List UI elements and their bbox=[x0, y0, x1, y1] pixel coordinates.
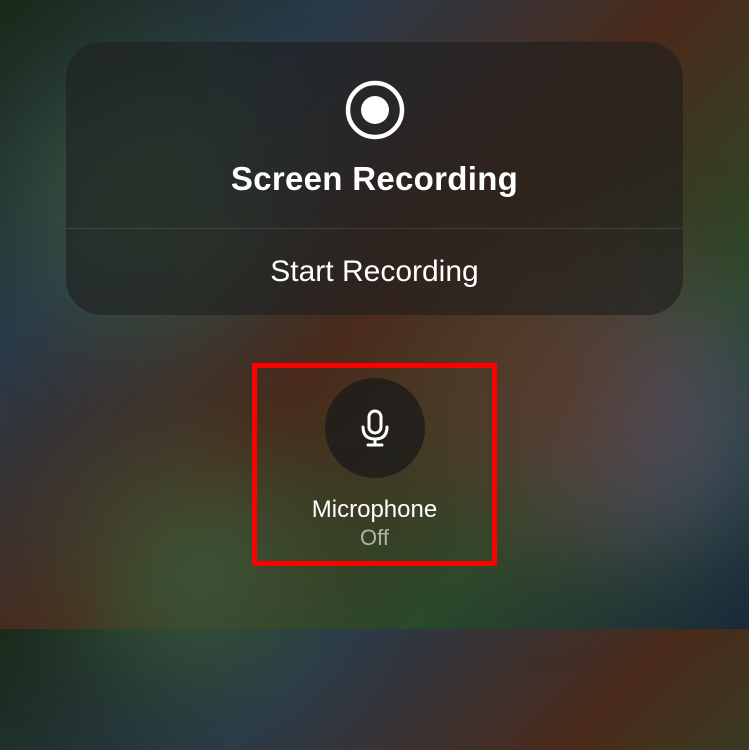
record-icon bbox=[345, 80, 405, 140]
microphone-icon bbox=[352, 405, 398, 451]
start-recording-button[interactable]: Start Recording bbox=[66, 229, 683, 315]
panel-header: Screen Recording bbox=[66, 42, 683, 228]
microphone-status: Off bbox=[360, 525, 389, 551]
panel-title: Screen Recording bbox=[231, 160, 518, 198]
control-center-overlay: Screen Recording Start Recording Microph… bbox=[0, 0, 749, 629]
microphone-toggle-button[interactable] bbox=[325, 378, 425, 478]
screen-recording-panel: Screen Recording Start Recording bbox=[66, 42, 683, 315]
start-recording-label: Start Recording bbox=[270, 255, 478, 289]
microphone-label: Microphone bbox=[312, 496, 437, 524]
microphone-section: Microphone Off bbox=[252, 363, 497, 566]
